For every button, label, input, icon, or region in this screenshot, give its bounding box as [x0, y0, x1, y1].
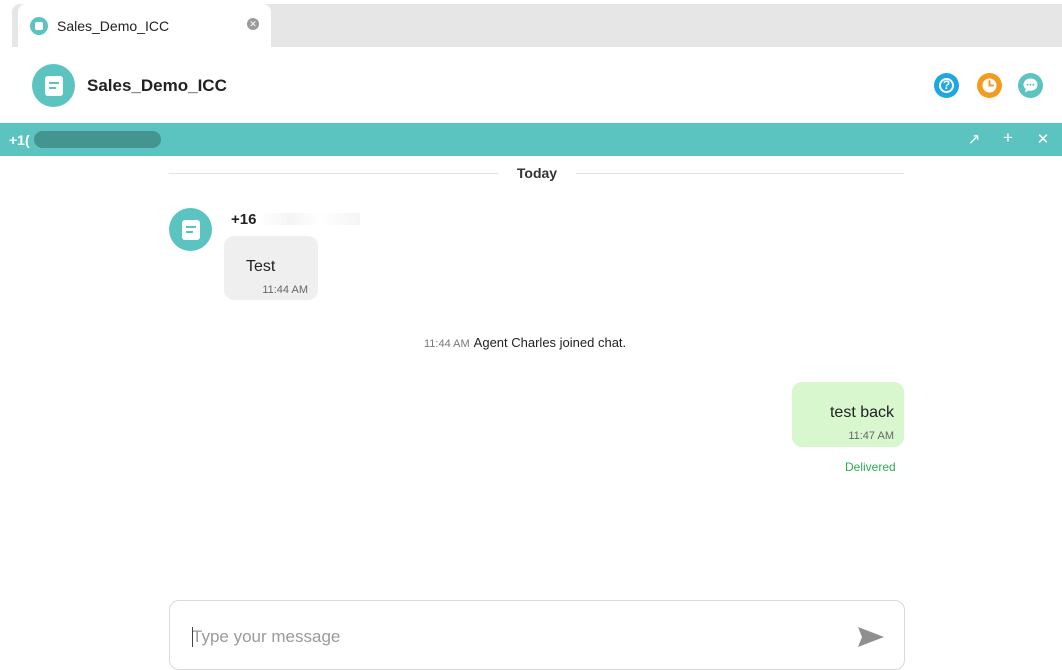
message-input[interactable] — [192, 625, 812, 649]
system-message-text: Agent Charles joined chat. — [473, 335, 627, 350]
chat-document-icon — [181, 219, 200, 240]
close-conversation-icon[interactable]: ✕ — [1033, 130, 1053, 148]
forward-icon[interactable]: ↗ — [964, 130, 984, 148]
delivery-status: Delivered — [845, 460, 896, 474]
chat-document-icon — [44, 75, 63, 96]
add-icon[interactable]: + — [998, 128, 1018, 148]
message-time: 11:44 AM — [262, 284, 308, 296]
incoming-message: Test 11:44 AM — [224, 236, 318, 300]
redacted-sender — [260, 213, 360, 225]
tab-strip: Sales_Demo_ICC ✕ — [0, 0, 1062, 47]
header-avatar — [32, 64, 75, 107]
clock-glyph — [982, 78, 997, 93]
chat-icon[interactable] — [1018, 73, 1043, 98]
outgoing-message: test back 11:47 AM — [792, 382, 904, 447]
tab-sales-demo[interactable]: Sales_Demo_ICC ✕ — [18, 4, 271, 47]
send-icon[interactable] — [856, 625, 886, 649]
message-time: 11:47 AM — [848, 430, 894, 442]
chat-header: Sales_Demo_ICC ? — [0, 47, 1062, 123]
message-text: Test — [246, 258, 276, 275]
help-glyph: ? — [939, 78, 954, 93]
message-text: test back — [829, 404, 894, 421]
redacted-number — [34, 131, 161, 148]
message-composer — [169, 600, 905, 670]
chat-glyph — [1023, 78, 1038, 93]
text-caret — [192, 627, 193, 647]
system-message-time: 11:44 AM — [424, 338, 470, 350]
tab-title: Sales_Demo_ICC — [57, 17, 170, 34]
conversation-phone-number: +1( — [9, 132, 30, 148]
conversation-bar: +1( ↗ + ✕ — [0, 123, 1062, 156]
clock-icon[interactable] — [977, 73, 1002, 98]
sender-avatar — [169, 208, 212, 251]
day-label: Today — [498, 165, 576, 181]
sender-name: +16 — [231, 211, 257, 228]
help-icon[interactable]: ? — [934, 73, 959, 98]
system-message: 11:44 AM Agent Charles joined chat. — [424, 335, 626, 350]
page-title: Sales_Demo_ICC — [87, 76, 227, 95]
tab-close-icon[interactable]: ✕ — [247, 18, 259, 30]
chat-bubble-icon — [30, 16, 48, 35]
send-glyph — [858, 627, 884, 647]
